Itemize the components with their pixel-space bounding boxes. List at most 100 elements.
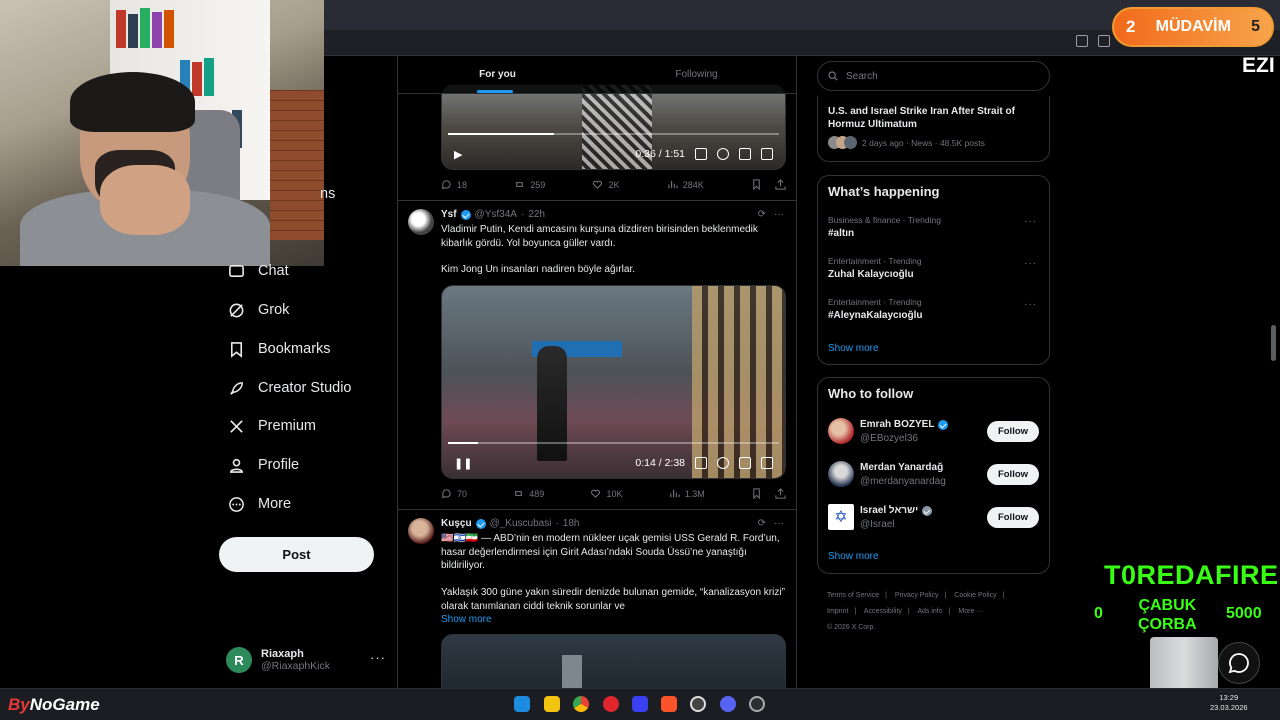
bookmark-icon[interactable] [751, 179, 762, 190]
video-progress[interactable] [448, 133, 779, 135]
reply-button[interactable]: 70 [441, 488, 467, 499]
grok-icon [229, 303, 244, 317]
follow-handle[interactable]: @Israel [860, 519, 895, 530]
trend-item[interactable]: Entertainment · Trending #AleynaKalaycıo… [828, 297, 922, 321]
avatar[interactable] [828, 418, 854, 444]
opera-icon[interactable] [603, 696, 619, 712]
follow-button[interactable]: Follow [987, 507, 1039, 528]
translate-icon[interactable] [1076, 35, 1088, 47]
follow-button[interactable]: Follow [987, 464, 1039, 485]
start-icon[interactable] [514, 696, 530, 712]
sidebar-item-chat[interactable]: Chat [228, 259, 289, 283]
follow-button[interactable]: Follow [987, 421, 1039, 442]
grok-icon[interactable]: ⟳ [758, 518, 766, 529]
tweet-time[interactable]: 22h [528, 209, 545, 220]
avatar: R [226, 647, 252, 673]
footer-link[interactable]: More ··· [958, 608, 983, 615]
author-name[interactable]: Kuşçu [441, 518, 472, 529]
chrome-icon[interactable] [573, 696, 589, 712]
search-input[interactable]: Search [817, 61, 1050, 91]
more-options-icon[interactable]: ··· [774, 518, 784, 529]
footer-link[interactable]: Accessibility [864, 608, 902, 615]
trend-more-icon[interactable]: ··· [1024, 299, 1037, 310]
file-explorer-icon[interactable] [544, 696, 560, 712]
follow-name[interactable]: Emrah BOZYEL [860, 419, 949, 430]
share-icon[interactable] [775, 179, 786, 190]
pip-icon[interactable] [739, 457, 751, 469]
chat-bubble-icon[interactable] [1218, 642, 1260, 684]
views-button[interactable]: 1.3M [669, 488, 705, 499]
video-player[interactable]: ❚❚ 0:14 / 2:38 [441, 285, 786, 479]
settings-icon[interactable] [717, 457, 729, 469]
author-name[interactable]: Ysf [441, 209, 457, 220]
follow-name[interactable]: Merdan Yanardağ [860, 462, 943, 473]
footer-link[interactable]: Cookie Policy [954, 592, 996, 599]
volume-icon[interactable] [695, 457, 707, 469]
fullscreen-icon[interactable] [761, 148, 773, 160]
video-progress[interactable] [448, 442, 779, 444]
avatar[interactable] [408, 209, 434, 235]
show-more-link[interactable]: Show more [441, 613, 786, 627]
bookmark-icon[interactable] [751, 488, 762, 499]
settings-icon[interactable] [717, 148, 729, 160]
footer-link[interactable]: Terms of Service [827, 592, 879, 599]
tweet-time[interactable]: 18h [563, 518, 580, 529]
grok-icon[interactable]: ⟳ [758, 209, 766, 220]
trend-item[interactable]: Entertainment · Trending Zuhal Kalaycıoğ… [828, 256, 922, 280]
sidebar-item-more[interactable]: More [228, 492, 291, 516]
post-button[interactable]: Post [219, 537, 374, 572]
trend-item[interactable]: Business & finance · Trending #altın [828, 215, 941, 239]
sidebar-item-premium[interactable]: Premium [228, 414, 316, 438]
sidebar-item-profile[interactable]: Profile [228, 453, 299, 477]
sidebar-item-grok[interactable]: Grok [228, 298, 289, 322]
more-circle-icon [229, 496, 244, 512]
sidebar-item-creator-studio[interactable]: Creator Studio [228, 376, 352, 400]
share-icon[interactable] [775, 488, 786, 499]
news-headline[interactable]: U.S. and Israel Strike Iran After Strait… [828, 105, 1038, 131]
repost-button[interactable]: 259 [514, 179, 545, 190]
news-panel[interactable]: U.S. and Israel Strike Iran After Strait… [817, 96, 1050, 162]
star-of-david-icon[interactable]: ✡ [828, 504, 854, 530]
account-switcher[interactable]: R Riaxaph @RiaxaphKick [226, 644, 386, 676]
video-player[interactable]: ▶ 0:36 / 1:51 [441, 84, 786, 170]
scrollbar[interactable] [1271, 325, 1276, 361]
repost-button[interactable]: 489 [513, 488, 544, 499]
app-icon[interactable] [632, 696, 648, 712]
cast-icon[interactable] [1098, 35, 1110, 47]
show-more-link[interactable]: Show more [828, 551, 879, 562]
footer-link[interactable]: Imprint [827, 608, 848, 615]
trend-more-icon[interactable]: ··· [1024, 216, 1037, 227]
like-button[interactable]: 2K [592, 179, 620, 190]
trend-more-icon[interactable]: ··· [1024, 258, 1037, 269]
pip-icon[interactable] [739, 148, 751, 160]
account-more-icon[interactable]: ··· [370, 650, 386, 665]
avatar[interactable] [408, 518, 434, 544]
tab-following[interactable]: Following [597, 56, 796, 93]
tab-for-you[interactable]: For you [398, 56, 597, 93]
more-options-icon[interactable]: ··· [774, 209, 784, 220]
volume-icon[interactable] [695, 148, 707, 160]
footer-link[interactable]: Ads info [917, 608, 942, 615]
pause-icon[interactable]: ❚❚ [454, 457, 472, 470]
fullscreen-icon[interactable] [761, 457, 773, 469]
like-button[interactable]: 10K [590, 488, 623, 499]
follow-handle[interactable]: @merdanyanardag [860, 476, 946, 487]
follow-name[interactable]: Israel ישראל [860, 505, 933, 516]
reply-button[interactable]: 18 [441, 179, 467, 190]
author-handle[interactable]: @_Kuscubasi [490, 518, 552, 529]
author-handle[interactable]: @Ysf34A [475, 209, 517, 220]
follow-handle[interactable]: @EBozyel36 [860, 433, 918, 444]
tweet-image[interactable] [441, 634, 786, 688]
views-button[interactable]: 284K [667, 179, 704, 190]
avatar[interactable] [828, 461, 854, 487]
sidebar-item-bookmarks[interactable]: Bookmarks [228, 337, 331, 361]
footer-link[interactable]: Privacy Policy [895, 592, 939, 599]
views-icon [668, 180, 678, 189]
clock[interactable]: 13:29 23.03.2026 [1210, 693, 1248, 713]
obs-icon[interactable] [749, 696, 765, 712]
chatgpt-icon[interactable] [690, 696, 706, 712]
brave-icon[interactable] [661, 696, 677, 712]
discord-icon[interactable] [720, 696, 736, 712]
play-icon[interactable]: ▶ [454, 148, 462, 161]
show-more-link[interactable]: Show more [828, 343, 879, 354]
